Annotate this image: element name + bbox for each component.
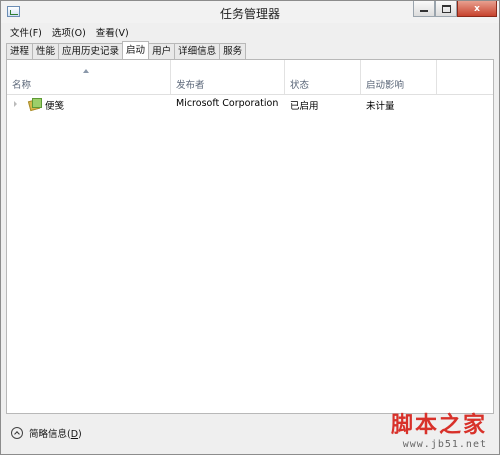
watermark-url: www.jb51.net xyxy=(402,439,487,450)
tab-processes[interactable]: 进程 xyxy=(6,43,34,59)
tab-bar: 进程 性能 应用历史记录 启动 用户 详细信息 服务 xyxy=(6,41,494,59)
sticky-notes-icon xyxy=(27,98,42,112)
menu-options[interactable]: 选项(O) xyxy=(47,23,91,39)
close-button[interactable]: x xyxy=(457,1,497,17)
column-header-row: 名称 发布者 状态 启动影响 xyxy=(7,60,493,95)
row-publisher: Microsoft Corporation xyxy=(176,98,279,109)
minimize-button[interactable] xyxy=(413,1,435,17)
row-name: 便笺 xyxy=(45,101,65,112)
column-header-name[interactable]: 名称 xyxy=(7,60,171,94)
watermark: 脚本之家 www.jb51.net xyxy=(391,407,487,450)
task-manager-window: 任务管理器 x 文件(F) 选项(O) 查看(V) 进程 性能 应用历史记录 启… xyxy=(0,0,500,455)
column-header-status[interactable]: 状态 xyxy=(285,60,361,94)
tab-users[interactable]: 用户 xyxy=(148,43,176,59)
tab-services[interactable]: 服务 xyxy=(219,43,247,59)
startup-list: 名称 发布者 状态 启动影响 便笺 Microsoft Corporation … xyxy=(6,59,494,414)
row-startup-impact: 未计量 xyxy=(366,101,395,112)
chevron-up-circle-icon xyxy=(11,427,23,439)
table-row[interactable]: 便笺 Microsoft Corporation 已启用 未计量 xyxy=(7,94,493,112)
title-bar[interactable]: 任务管理器 x xyxy=(1,1,499,23)
fewer-details-toggle[interactable]: 简略信息(D) xyxy=(11,426,82,440)
sort-ascending-icon xyxy=(83,69,89,73)
footer-bar: 简略信息(D) 脚本之家 www.jb51.net xyxy=(1,412,499,454)
tab-app-history[interactable]: 应用历史记录 xyxy=(58,43,124,59)
row-status: 已启用 xyxy=(290,101,319,112)
tab-details[interactable]: 详细信息 xyxy=(174,43,221,59)
menu-file[interactable]: 文件(F) xyxy=(5,23,47,39)
tab-startup[interactable]: 启动 xyxy=(122,41,150,59)
column-header-publisher[interactable]: 发布者 xyxy=(171,60,285,94)
maximize-button[interactable] xyxy=(435,1,457,17)
fewer-details-label: 简略信息(D) xyxy=(29,429,82,440)
tab-performance[interactable]: 性能 xyxy=(32,43,60,59)
window-controls: x xyxy=(413,1,497,18)
expand-arrow-icon[interactable] xyxy=(14,101,17,107)
watermark-logo-text: 脚本之家 xyxy=(390,412,487,438)
column-header-startup-impact[interactable]: 启动影响 xyxy=(361,60,437,94)
menu-bar: 文件(F) 选项(O) 查看(V) xyxy=(1,23,499,39)
menu-view[interactable]: 查看(V) xyxy=(91,23,134,39)
